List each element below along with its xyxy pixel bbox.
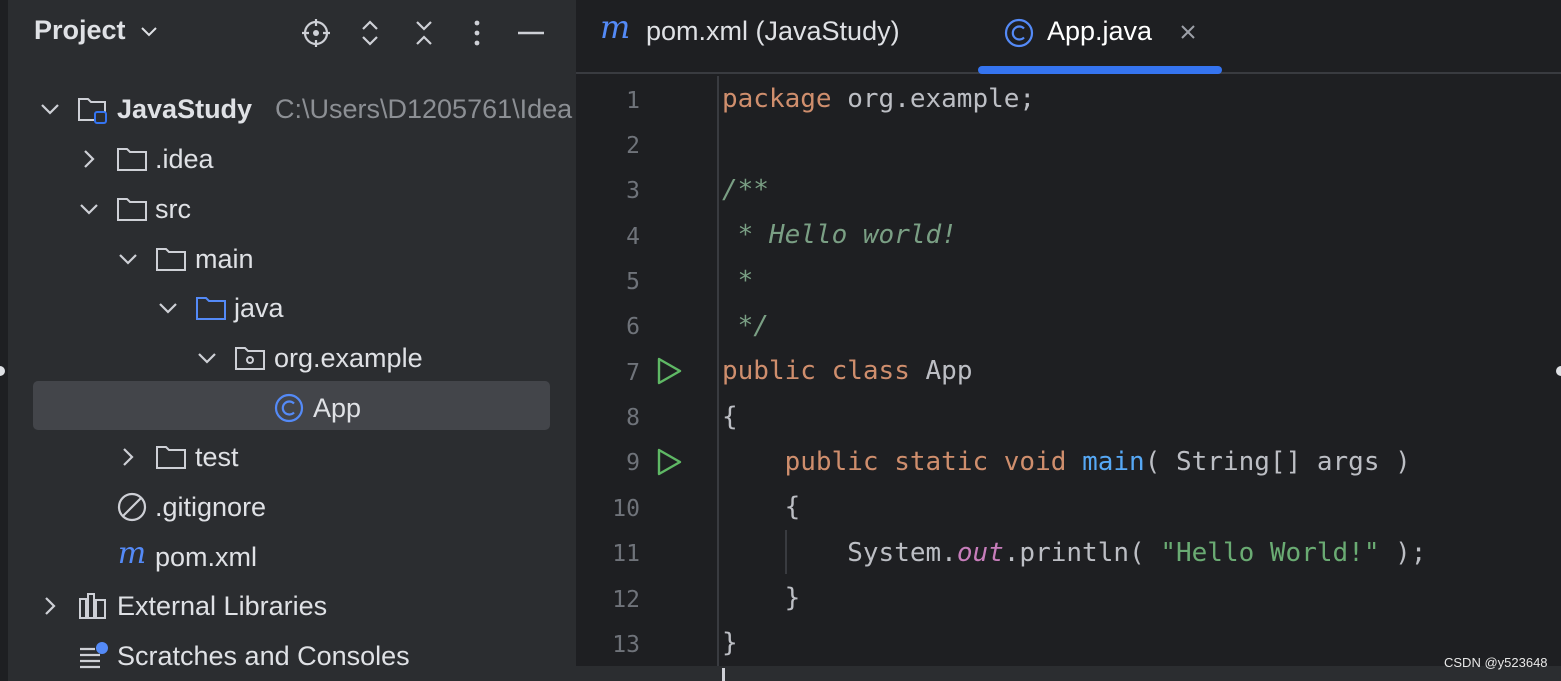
package-icon xyxy=(234,342,266,374)
run-icon[interactable] xyxy=(654,356,684,386)
folder-icon xyxy=(155,441,187,473)
ignored-file-icon xyxy=(116,491,148,523)
line-number: 4 xyxy=(626,224,640,250)
resize-handle-dot xyxy=(1556,366,1561,376)
folder-icon xyxy=(116,193,148,225)
locate-icon[interactable] xyxy=(299,16,333,50)
close-icon[interactable] xyxy=(1178,22,1198,47)
project-panel: Project JavaStudy C:\Users\D1205761\Idea… xyxy=(8,0,576,681)
folder-icon xyxy=(155,243,187,275)
project-path: C:\Users\D1205761\Idea xyxy=(275,94,573,124)
editor-tab-bar: m pom.xml (JavaStudy) App.java xyxy=(576,0,1561,74)
ide-window: Project JavaStudy C:\Users\D1205761\Idea… xyxy=(0,0,1561,681)
class-icon xyxy=(273,392,305,424)
line-number: 5 xyxy=(626,269,640,295)
tree-item-java[interactable]: java xyxy=(8,283,576,333)
code-line-12: } xyxy=(784,583,801,613)
active-tab-indicator xyxy=(978,66,1222,74)
scratches-icon xyxy=(77,640,109,672)
source-folder-icon xyxy=(195,292,227,324)
tree-item-label: .gitignore xyxy=(155,492,267,522)
tree-item-label: main xyxy=(195,244,254,274)
chevron-down-icon[interactable] xyxy=(155,295,181,321)
tree-item-label: .idea xyxy=(155,144,214,174)
line-number: 12 xyxy=(612,587,640,613)
line-number: 6 xyxy=(626,314,640,340)
code-line-1: package org.example; xyxy=(722,84,1036,114)
chevron-down-icon[interactable] xyxy=(76,196,102,222)
tree-item-label: pom.xml xyxy=(155,542,258,572)
tree-item-label: JavaStudy xyxy=(117,94,253,124)
more-options-icon[interactable] xyxy=(460,16,494,50)
tree-item-external-libraries[interactable]: External Libraries xyxy=(8,581,576,631)
line-number: 8 xyxy=(626,405,640,431)
chevron-down-icon[interactable] xyxy=(37,96,63,122)
libraries-icon xyxy=(77,590,109,622)
tab-pom-xml[interactable]: m pom.xml (JavaStudy) xyxy=(596,0,946,74)
code-line-4: * Hello world! xyxy=(722,220,957,250)
maven-icon: m xyxy=(600,8,631,46)
chevron-right-icon[interactable] xyxy=(76,146,102,172)
line-number: 3 xyxy=(626,178,640,204)
chevron-down-icon[interactable] xyxy=(194,345,220,371)
watermark: CSDN @y523648 xyxy=(1444,655,1548,670)
tab-app-java[interactable]: App.java xyxy=(978,0,1222,74)
chevron-right-icon[interactable] xyxy=(37,593,63,619)
collapse-all-icon[interactable] xyxy=(407,16,441,50)
class-icon xyxy=(1003,17,1035,54)
line-number: 2 xyxy=(626,133,640,159)
tree-item-gitignore[interactable]: .gitignore xyxy=(8,482,576,532)
module-folder-icon xyxy=(77,93,109,125)
editor-area: m pom.xml (JavaStudy) App.java 1 2 3 4 5… xyxy=(576,0,1561,681)
line-number: 10 xyxy=(612,496,640,522)
tab-label: App.java xyxy=(1047,16,1153,46)
tree-item-label: App xyxy=(313,393,362,423)
line-number: 13 xyxy=(612,632,640,658)
maven-icon: m xyxy=(117,535,147,571)
line-number: 1 xyxy=(626,88,640,114)
tree-item-label: Scratches and Consoles xyxy=(117,641,410,671)
text-caret xyxy=(722,668,725,681)
tree-item-javastudy[interactable]: JavaStudy C:\Users\D1205761\Idea xyxy=(8,84,576,134)
line-number: 7 xyxy=(626,360,640,386)
code-line-6: */ xyxy=(722,311,769,341)
chevron-right-icon[interactable] xyxy=(115,444,141,470)
line-number: 9 xyxy=(626,450,640,476)
tree-item-label: test xyxy=(195,442,239,472)
code-line-7: public class App xyxy=(722,356,973,386)
chevron-down-icon[interactable] xyxy=(115,246,141,272)
tree-item-label: java xyxy=(234,293,284,323)
project-panel-title[interactable]: Project xyxy=(34,15,159,46)
tree-item-src[interactable]: src xyxy=(8,184,576,234)
code-line-13: } xyxy=(722,628,738,658)
folder-icon xyxy=(116,143,148,175)
tree-item-org-example[interactable]: org.example xyxy=(8,333,576,383)
expand-all-icon[interactable] xyxy=(353,16,387,50)
code-line-8: { xyxy=(722,402,738,432)
code-line-11: System.out.println( "Hello World!" ); xyxy=(847,538,1427,568)
window-edge xyxy=(0,0,8,681)
tree-item-idea[interactable]: .idea xyxy=(8,134,576,184)
tree-item-scratches[interactable]: Scratches and Consoles xyxy=(8,631,576,681)
tree-item-main[interactable]: main xyxy=(8,234,576,284)
tree-item-label: External Libraries xyxy=(117,591,328,621)
project-panel-header: Project xyxy=(8,0,576,66)
chevron-down-icon[interactable] xyxy=(139,25,159,39)
line-number-gutter: 1 2 3 4 5 6 7 8 9 10 11 12 13 xyxy=(576,76,718,666)
line-number: 11 xyxy=(612,541,640,567)
code-line-9: public static void main( String[] args ) xyxy=(784,447,1411,477)
tree-item-test[interactable]: test xyxy=(8,432,576,482)
tree-item-label: src xyxy=(155,194,191,224)
code-line-10: { xyxy=(784,492,801,522)
run-icon[interactable] xyxy=(654,447,684,477)
tree-item-app[interactable]: App xyxy=(8,383,576,433)
code-line-5: * xyxy=(722,266,754,296)
tree-item-pom-xml[interactable]: m pom.xml xyxy=(8,532,576,582)
gutter-divider xyxy=(717,76,719,681)
tree-item-label: org.example xyxy=(274,343,423,373)
hide-panel-icon[interactable] xyxy=(514,16,548,50)
tab-label: pom.xml (JavaStudy) xyxy=(646,16,900,46)
code-line-3: /** xyxy=(722,175,769,205)
